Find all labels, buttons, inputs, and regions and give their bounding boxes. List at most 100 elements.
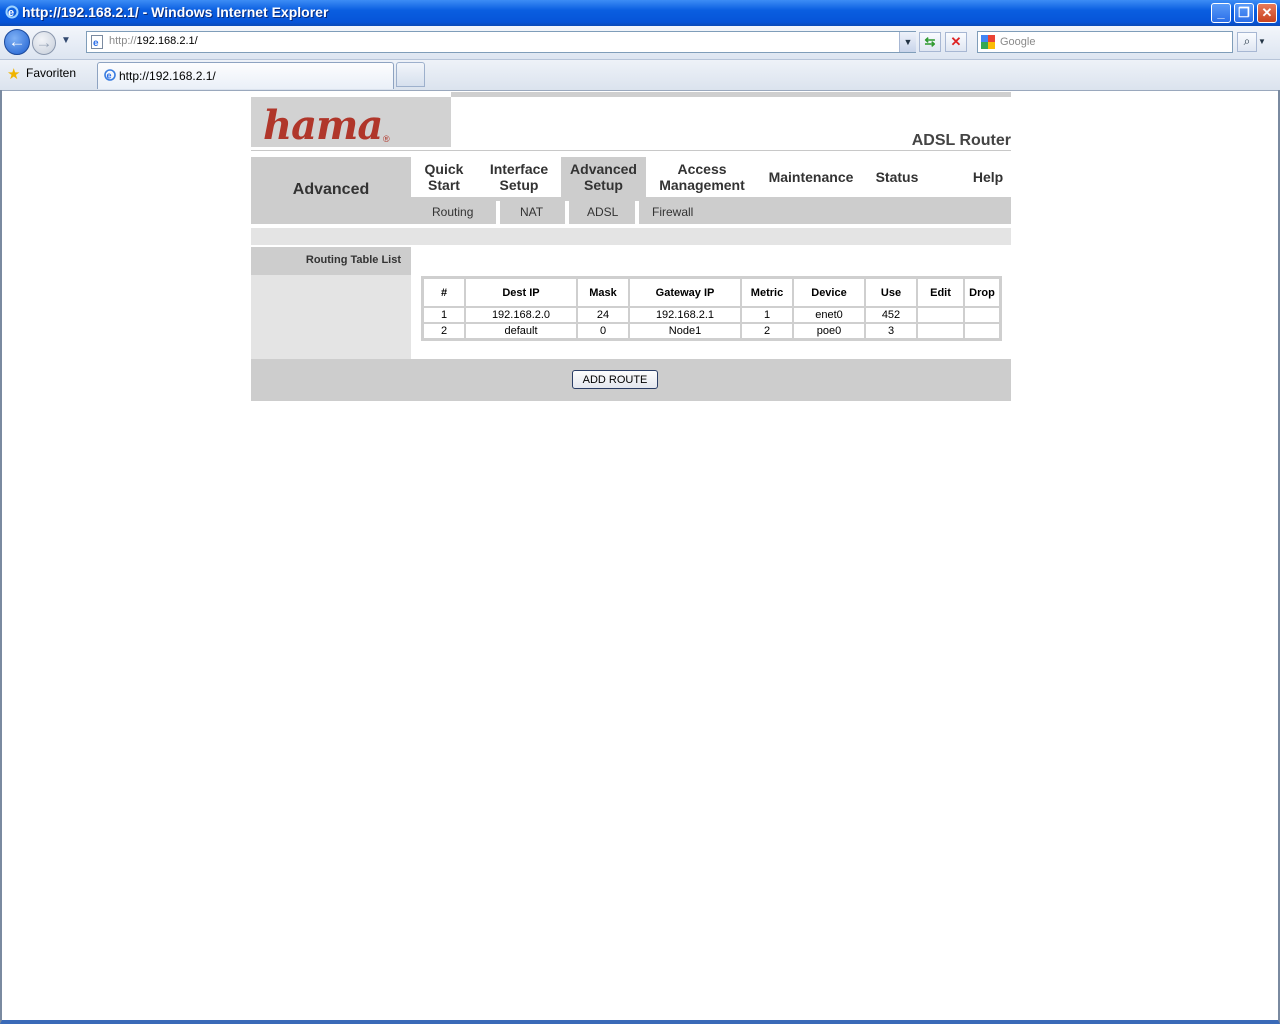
favorites-button[interactable]: Favoriten (26, 66, 76, 80)
new-tab-button[interactable] (396, 62, 425, 87)
table-cell: poe0 (793, 323, 865, 339)
back-arrow-icon: ← (8, 32, 26, 51)
table-row: 1 192.168.2.0 24 192.168.2.1 1 enet0 452 (423, 307, 1000, 323)
column-header: Gateway IP (629, 278, 741, 307)
search-box[interactable]: Google (977, 31, 1233, 53)
product-name: ADSL Router (911, 132, 1011, 149)
nav-label-line2: Start (428, 177, 460, 193)
subnav-adsl[interactable]: ADSL (587, 205, 618, 219)
forward-arrow-icon: → (35, 33, 53, 52)
drop-cell[interactable] (964, 323, 1000, 339)
table-cell: 1 (741, 307, 793, 323)
subnav-separator (496, 201, 500, 224)
nav-advanced-setup[interactable]: Advanced Setup (563, 161, 644, 193)
subnav-separator (635, 201, 639, 224)
restore-button[interactable]: ❐ (1234, 3, 1254, 23)
left-column: Routing Table List (251, 247, 411, 359)
subnav-routing[interactable]: Routing (432, 205, 473, 219)
nav-status[interactable]: Status (872, 169, 922, 185)
back-button[interactable]: ← (4, 29, 30, 55)
nav-maintenance[interactable]: Maintenance (763, 169, 859, 185)
column-header: Use (865, 278, 917, 307)
brand-logo-box: hama ® (251, 97, 451, 147)
refresh-icon[interactable]: ⇆ (919, 32, 941, 52)
tab-title: http://192.168.2.1/ (119, 69, 216, 83)
address-url[interactable]: http://192.168.2.1/ (109, 35, 198, 47)
address-bar[interactable]: e http://192.168.2.1/ (86, 31, 916, 53)
search-options-dropdown-icon[interactable]: ▼ (1258, 32, 1270, 52)
column-header: Device (793, 278, 865, 307)
table-cell: 452 (865, 307, 917, 323)
action-bar: ADD ROUTE (251, 359, 1011, 401)
nav-label: Maintenance (768, 169, 854, 185)
window-titlebar: e http://192.168.2.1/ - Windows Internet… (0, 0, 1280, 26)
svg-text:e: e (107, 71, 112, 81)
table-cell: 192.168.2.1 (629, 307, 741, 323)
column-header: Mask (577, 278, 629, 307)
nav-label-line1: Advanced (570, 161, 637, 177)
table-header-row: # Dest IP Mask Gateway IP Metric Device … (423, 278, 1000, 307)
nav-label-line2: Management (659, 177, 745, 193)
close-button[interactable]: ✕ (1257, 3, 1277, 23)
header-divider (251, 150, 1011, 151)
search-icon[interactable]: ⌕ (1237, 32, 1257, 52)
spacer-bar (251, 228, 1011, 245)
table-cell: enet0 (793, 307, 865, 323)
svg-text:e: e (8, 7, 14, 19)
browser-tab[interactable]: e http://192.168.2.1/ (97, 62, 394, 89)
column-header: Drop (964, 278, 1000, 307)
table-row: 2 default 0 Node1 2 poe0 3 (423, 323, 1000, 339)
nav-label-line1: Interface (489, 161, 549, 177)
nav-label-line1: Quick (424, 161, 464, 177)
routing-table-list-label: Routing Table List (305, 254, 401, 266)
registered-mark: ® (383, 134, 390, 144)
table-cell: 192.168.2.0 (465, 307, 577, 323)
nav-label-line2: Setup (584, 177, 623, 193)
stop-icon[interactable]: ✕ (945, 32, 967, 52)
edit-cell[interactable] (917, 323, 964, 339)
recent-pages-dropdown-icon[interactable]: ▼ (61, 35, 71, 46)
minimize-button[interactable]: _ (1211, 3, 1231, 23)
table-cell: 1 (423, 307, 465, 323)
table-cell: Node1 (629, 323, 741, 339)
column-header: # (423, 278, 465, 307)
table-cell: default (465, 323, 577, 339)
address-url-host: 192.168.2.1/ (136, 35, 198, 47)
section-box: Advanced (251, 157, 411, 224)
routing-table: # Dest IP Mask Gateway IP Metric Device … (421, 276, 1002, 341)
subnav-nat[interactable]: NAT (520, 205, 543, 219)
add-route-button[interactable]: ADD ROUTE (572, 370, 658, 389)
table-cell: 3 (865, 323, 917, 339)
forward-button[interactable]: → (32, 31, 56, 55)
address-dropdown-icon[interactable]: ▼ (899, 32, 916, 52)
drop-cell[interactable] (964, 307, 1000, 323)
google-icon (981, 35, 995, 49)
page-icon: e (91, 35, 103, 49)
tab-ie-icon: e (104, 69, 116, 81)
left-column-header: Routing Table List (251, 247, 411, 275)
nav-access-management[interactable]: Access Management (652, 161, 752, 193)
table-cell: 0 (577, 323, 629, 339)
table-cell: 24 (577, 307, 629, 323)
nav-label: Status (875, 169, 919, 185)
subnav-separator (565, 201, 569, 224)
table-cell: 2 (741, 323, 793, 339)
nav-quick-start[interactable]: Quick Start (419, 161, 469, 193)
column-header: Edit (917, 278, 964, 307)
window-title: http://192.168.2.1/ - Windows Internet E… (22, 4, 329, 20)
table-cell: 2 (423, 323, 465, 339)
favorites-star-icon[interactable]: ★ (7, 65, 20, 83)
nav-label-line2: Setup (499, 177, 539, 193)
internet-explorer-icon: e (5, 5, 19, 19)
search-placeholder: Google (1000, 36, 1036, 48)
column-header: Metric (741, 278, 793, 307)
header-strip (451, 92, 1011, 97)
svg-text:e: e (93, 38, 99, 49)
nav-label: Help (972, 169, 1004, 185)
nav-help[interactable]: Help (966, 169, 1010, 185)
hama-logo: hama (263, 102, 383, 149)
section-title: Advanced (292, 181, 370, 198)
nav-interface-setup[interactable]: Interface Setup (484, 161, 554, 193)
subnav-firewall[interactable]: Firewall (652, 205, 693, 219)
edit-cell[interactable] (917, 307, 964, 323)
